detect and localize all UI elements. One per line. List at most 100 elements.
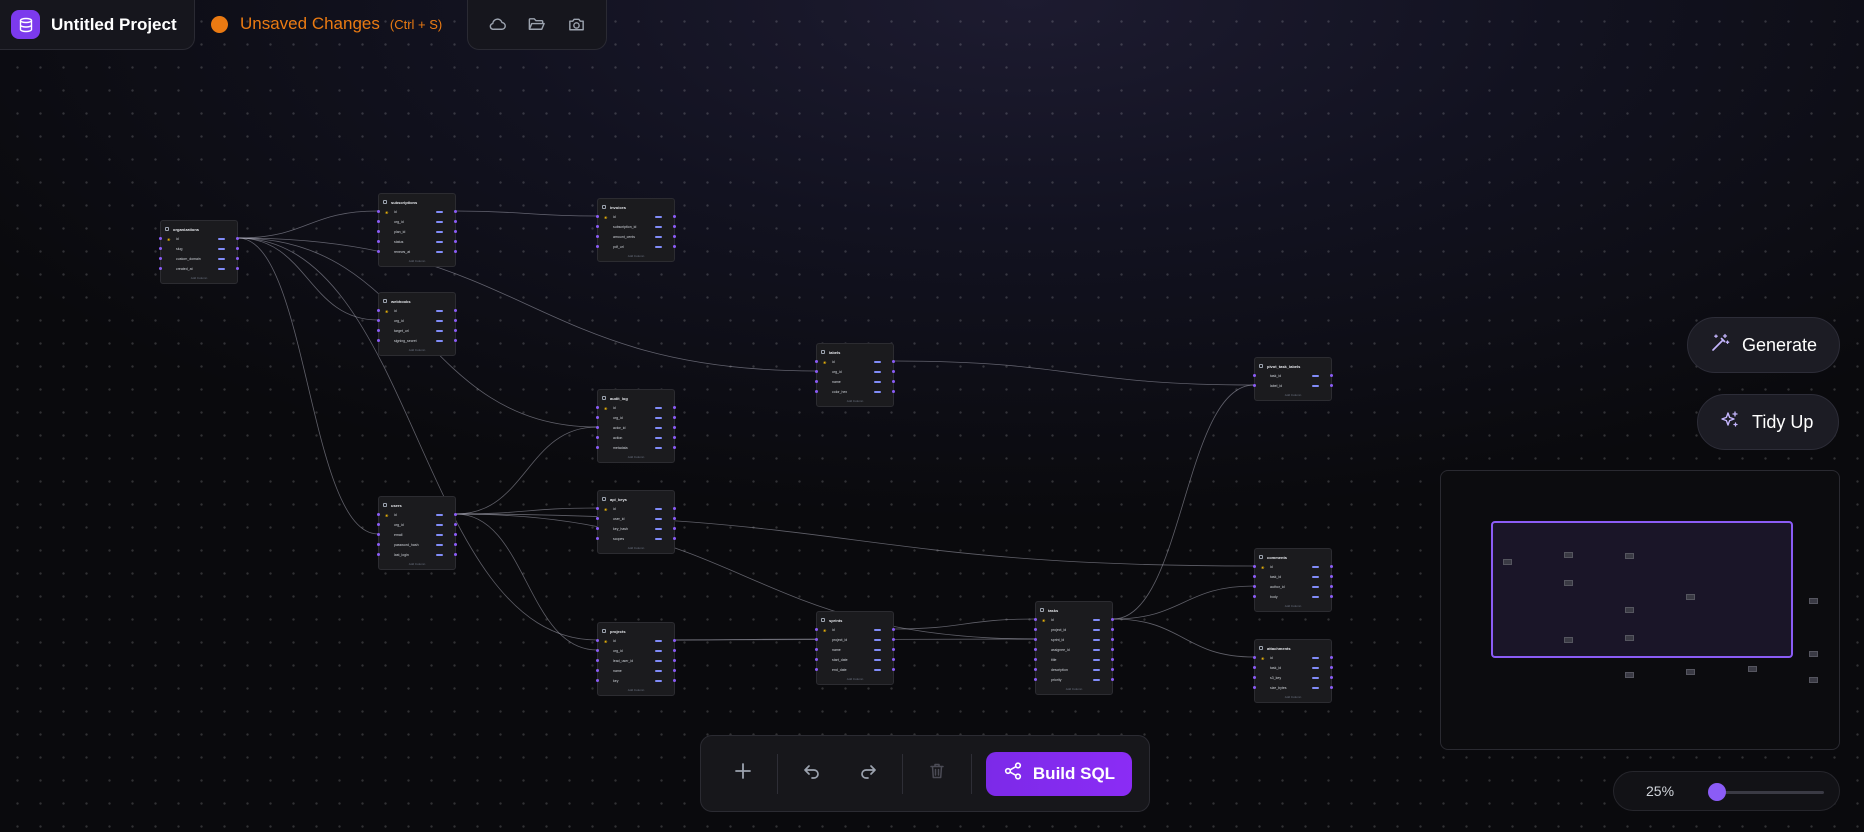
connection-handle-right[interactable] bbox=[892, 370, 895, 373]
column-row[interactable]: custom_domain bbox=[159, 254, 239, 264]
connection-handle-left[interactable] bbox=[1253, 575, 1256, 578]
connection-handle-left[interactable] bbox=[159, 237, 162, 240]
connection-handle-left[interactable] bbox=[596, 426, 599, 429]
zoom-slider-thumb[interactable] bbox=[1708, 783, 1726, 801]
connection-handle-right[interactable] bbox=[1330, 374, 1333, 377]
build-sql-button[interactable]: Build SQL bbox=[986, 751, 1132, 796]
connection-handle-right[interactable] bbox=[454, 329, 457, 332]
connection-handle-left[interactable] bbox=[1253, 676, 1256, 679]
column-row[interactable]: ❀ id bbox=[377, 306, 457, 316]
column-row[interactable]: ❀ id bbox=[1253, 653, 1333, 663]
connection-handle-left[interactable] bbox=[1253, 585, 1256, 588]
connection-handle-right[interactable] bbox=[1330, 666, 1333, 669]
camera-icon[interactable] bbox=[560, 9, 592, 41]
add-column-button[interactable]: Add Column bbox=[817, 397, 893, 406]
connection-handle-right[interactable] bbox=[454, 230, 457, 233]
table-node-organizations[interactable]: organizations ❀ id slug custom_domain created… bbox=[159, 220, 239, 284]
column-row[interactable]: subscription_id bbox=[596, 222, 676, 232]
add-column-button[interactable]: Add Column bbox=[1036, 685, 1112, 694]
column-row[interactable]: description bbox=[1034, 665, 1114, 675]
connection-handle-left[interactable] bbox=[815, 668, 818, 671]
connection-handle-right[interactable] bbox=[673, 517, 676, 520]
tidy-up-button[interactable]: Tidy Up bbox=[1697, 394, 1839, 450]
connection-handle-right[interactable] bbox=[673, 225, 676, 228]
connection-handle-left[interactable] bbox=[596, 649, 599, 652]
table-header[interactable]: tasks bbox=[1036, 605, 1112, 615]
connection-handle-left[interactable] bbox=[815, 370, 818, 373]
connection-handle-right[interactable] bbox=[673, 527, 676, 530]
connection-handle-left[interactable] bbox=[377, 210, 380, 213]
connection-handle-right[interactable] bbox=[673, 679, 676, 682]
connection-handle-right[interactable] bbox=[1330, 676, 1333, 679]
connection-handle-right[interactable] bbox=[1330, 585, 1333, 588]
undo-button[interactable] bbox=[790, 752, 834, 796]
column-row[interactable]: ❀ id bbox=[815, 625, 895, 635]
relation-edge[interactable] bbox=[1112, 618, 1255, 658]
connection-handle-left[interactable] bbox=[1034, 658, 1037, 661]
connection-handle-left[interactable] bbox=[1253, 565, 1256, 568]
column-row[interactable]: ❀ id bbox=[1253, 562, 1333, 572]
column-row[interactable]: pdf_url bbox=[596, 242, 676, 252]
connection-handle-left[interactable] bbox=[596, 245, 599, 248]
connection-handle-right[interactable] bbox=[892, 390, 895, 393]
connection-handle-left[interactable] bbox=[596, 436, 599, 439]
add-column-button[interactable]: Add Column bbox=[379, 257, 455, 266]
connection-handle-left[interactable] bbox=[815, 390, 818, 393]
relation-edge[interactable] bbox=[1112, 585, 1255, 620]
table-node-invoices[interactable]: invoices ❀ id subscription_id amount_cents pd… bbox=[596, 198, 676, 262]
column-row[interactable]: plan_id bbox=[377, 227, 457, 237]
connection-handle-left[interactable] bbox=[815, 658, 818, 661]
table-node-webhooks[interactable]: webhooks ❀ id org_id target_url signing_secre… bbox=[377, 292, 457, 356]
column-row[interactable]: actor_id bbox=[596, 423, 676, 433]
table-header[interactable]: users bbox=[379, 500, 455, 510]
relation-edge[interactable] bbox=[893, 360, 1255, 386]
connection-handle-left[interactable] bbox=[596, 215, 599, 218]
column-row[interactable]: metadata bbox=[596, 443, 676, 453]
connection-handle-left[interactable] bbox=[377, 230, 380, 233]
table-node-api-keys[interactable]: api_keys ❀ id user_id key_hash scopes Add Colu… bbox=[596, 490, 676, 554]
connection-handle-right[interactable] bbox=[1330, 384, 1333, 387]
table-node-comments[interactable]: comments ❀ id task_id author_id body Add Colum… bbox=[1253, 548, 1333, 612]
add-column-button[interactable]: Add Column bbox=[1255, 391, 1331, 400]
relation-edge[interactable] bbox=[237, 237, 379, 321]
column-row[interactable]: ❀ id bbox=[596, 504, 676, 514]
column-row[interactable]: color_hex bbox=[815, 387, 895, 397]
connection-handle-right[interactable] bbox=[673, 235, 676, 238]
connection-handle-right[interactable] bbox=[454, 513, 457, 516]
column-row[interactable]: sprint_id bbox=[1034, 635, 1114, 645]
connection-handle-left[interactable] bbox=[596, 235, 599, 238]
connection-handle-left[interactable] bbox=[377, 523, 380, 526]
connection-handle-right[interactable] bbox=[892, 648, 895, 651]
save-status[interactable]: Unsaved Changes (Ctrl + S) bbox=[211, 14, 442, 34]
connection-handle-right[interactable] bbox=[673, 416, 676, 419]
column-row[interactable]: ❀ id bbox=[159, 234, 239, 244]
connection-handle-left[interactable] bbox=[1034, 638, 1037, 641]
connection-handle-right[interactable] bbox=[673, 639, 676, 642]
column-row[interactable]: priority bbox=[1034, 675, 1114, 685]
connection-handle-left[interactable] bbox=[596, 507, 599, 510]
connection-handle-left[interactable] bbox=[377, 339, 380, 342]
add-table-button[interactable] bbox=[721, 752, 765, 796]
minimap-viewport[interactable] bbox=[1491, 521, 1793, 658]
connection-handle-left[interactable] bbox=[596, 639, 599, 642]
connection-handle-right[interactable] bbox=[892, 658, 895, 661]
connection-handle-left[interactable] bbox=[596, 679, 599, 682]
connection-handle-right[interactable] bbox=[1111, 658, 1114, 661]
connection-handle-left[interactable] bbox=[1253, 374, 1256, 377]
connection-handle-left[interactable] bbox=[1034, 618, 1037, 621]
column-row[interactable]: task_id bbox=[1253, 371, 1333, 381]
relation-edge[interactable] bbox=[455, 210, 598, 217]
connection-handle-left[interactable] bbox=[596, 537, 599, 540]
column-row[interactable]: lead_user_id bbox=[596, 656, 676, 666]
connection-handle-left[interactable] bbox=[1034, 628, 1037, 631]
connection-handle-right[interactable] bbox=[892, 638, 895, 641]
table-node-pivot-task-labels[interactable]: pivot_task_labels task_id label_id Add Colu… bbox=[1253, 357, 1333, 401]
relation-edge[interactable] bbox=[455, 507, 598, 515]
column-row[interactable]: action bbox=[596, 433, 676, 443]
table-node-attachments[interactable]: attachments ❀ id task_id s3_key size_bytes Add… bbox=[1253, 639, 1333, 703]
generate-button[interactable]: Generate bbox=[1687, 317, 1840, 373]
table-node-tasks[interactable]: tasks ❀ id project_id sprint_id assignee_id ti… bbox=[1034, 601, 1114, 695]
connection-handle-right[interactable] bbox=[673, 215, 676, 218]
table-header[interactable]: pivot_task_labels bbox=[1255, 361, 1331, 371]
relation-edge[interactable] bbox=[455, 513, 1255, 567]
